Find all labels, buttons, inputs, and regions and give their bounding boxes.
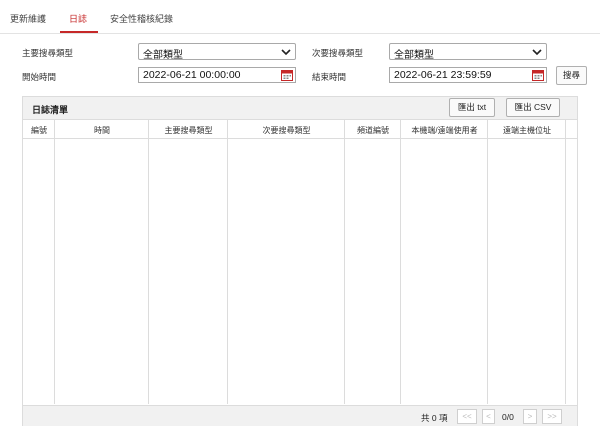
last-page-button[interactable]: >> xyxy=(542,409,562,424)
next-page-button[interactable]: > xyxy=(523,409,537,424)
end-time-value: 2022-06-21 23:59:59 xyxy=(394,69,492,81)
start-time-label: 開始時間 xyxy=(22,72,57,82)
tab-log[interactable]: 日誌 xyxy=(69,12,87,25)
column-header-main-type[interactable]: 主要搜尋類型 xyxy=(149,125,228,136)
column-header-channel[interactable]: 頻道編號 xyxy=(345,125,401,136)
end-time-label: 結束時間 xyxy=(312,72,347,82)
column-divider xyxy=(488,120,566,404)
column-divider xyxy=(401,120,488,404)
tab-security-audit[interactable]: 安全性稽核紀錄 xyxy=(110,12,173,25)
column-divider xyxy=(23,120,55,404)
column-divider xyxy=(345,120,401,404)
prev-page-button[interactable]: < xyxy=(482,409,495,424)
column-header-index[interactable]: 編號 xyxy=(23,125,55,136)
tab-maintenance[interactable]: 更新維護 xyxy=(10,12,46,25)
column-header-time[interactable]: 時間 xyxy=(55,125,149,136)
total-count: 共 0 項 xyxy=(421,413,448,423)
page-indicator: 0/0 xyxy=(502,412,514,422)
pagination-bar: 共 0 項 << < 0/0 > >> xyxy=(23,405,577,426)
tab-bar: 更新維護 日誌 安全性稽核紀錄 xyxy=(0,0,600,34)
chevron-down-icon xyxy=(532,49,542,56)
main-type-value: 全部類型 xyxy=(143,50,183,61)
export-txt-button[interactable]: 匯出 txt xyxy=(449,98,495,117)
first-page-button[interactable]: << xyxy=(457,409,477,424)
sub-type-select[interactable]: 全部類型 xyxy=(389,43,547,61)
end-time-input[interactable]: 2022-06-21 23:59:59 xyxy=(389,67,547,83)
column-header-user[interactable]: 本機端/遠端使用者 xyxy=(401,125,488,136)
active-tab-indicator xyxy=(60,31,98,33)
main-type-label: 主要搜尋類型 xyxy=(22,48,74,58)
column-header-remote-host[interactable]: 遠端主機位址 xyxy=(488,125,566,136)
column-divider xyxy=(149,120,228,404)
column-header-sub-type[interactable]: 次要搜尋類型 xyxy=(228,125,345,136)
log-list-header: 日誌清單 匯出 txt 匯出 CSV xyxy=(23,97,577,120)
calendar-icon[interactable] xyxy=(281,69,293,81)
log-list-title: 日誌清單 xyxy=(32,105,69,115)
calendar-icon[interactable] xyxy=(532,69,544,81)
main-type-select[interactable]: 全部類型 xyxy=(138,43,296,61)
start-time-input[interactable]: 2022-06-21 00:00:00 xyxy=(138,67,296,83)
log-list-panel: 日誌清單 匯出 txt 匯出 CSV 編號 時間 主要搜尋類型 次要搜尋類型 頻… xyxy=(22,96,578,426)
sub-type-label: 次要搜尋類型 xyxy=(312,48,364,58)
search-button[interactable]: 搜尋 xyxy=(556,66,587,85)
export-csv-button[interactable]: 匯出 CSV xyxy=(506,98,560,117)
sub-type-value: 全部類型 xyxy=(394,50,434,61)
chevron-down-icon xyxy=(281,49,291,56)
column-divider xyxy=(55,120,149,404)
column-divider xyxy=(228,120,345,404)
start-time-value: 2022-06-21 00:00:00 xyxy=(143,69,241,81)
